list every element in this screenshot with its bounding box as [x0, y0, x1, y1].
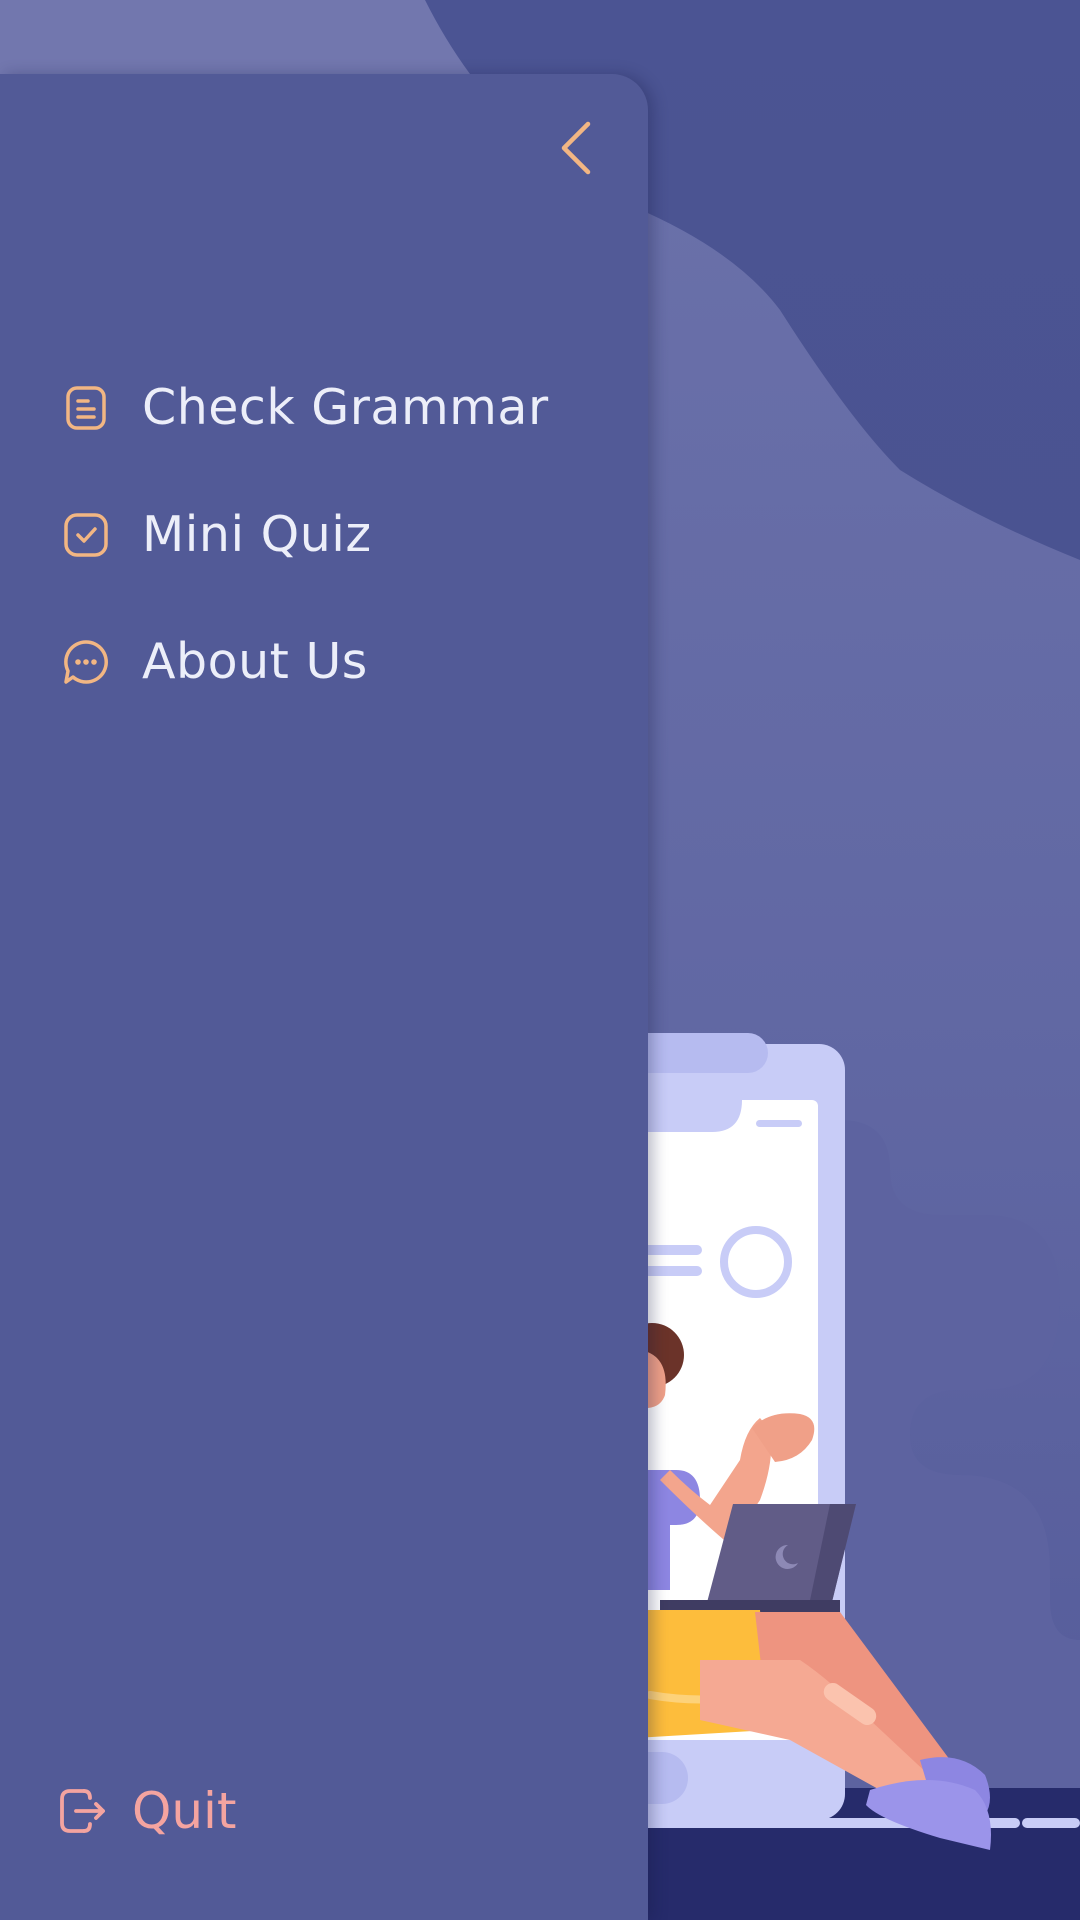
- menu-item-about-us[interactable]: About Us: [60, 598, 620, 725]
- document-icon: [60, 382, 112, 434]
- chat-bubble-icon: [60, 636, 112, 688]
- drawer-menu: Check Grammar Mini Quiz About Us: [60, 344, 620, 725]
- logout-icon: [54, 1783, 110, 1839]
- chevron-left-icon: [561, 121, 591, 175]
- menu-item-label: About Us: [142, 633, 368, 690]
- close-drawer-button[interactable]: [544, 116, 608, 180]
- quit-label: Quit: [132, 1782, 237, 1840]
- menu-item-mini-quiz[interactable]: Mini Quiz: [60, 471, 620, 598]
- menu-item-label: Mini Quiz: [142, 506, 372, 563]
- menu-item-label: Check Grammar: [142, 379, 549, 436]
- app-screen: Check Grammar Mini Quiz About Us Quit: [0, 0, 1080, 1920]
- quit-button[interactable]: Quit: [54, 1782, 237, 1840]
- checkbox-icon: [60, 509, 112, 561]
- menu-item-check-grammar[interactable]: Check Grammar: [60, 344, 620, 471]
- navigation-drawer: Check Grammar Mini Quiz About Us Quit: [0, 74, 648, 1920]
